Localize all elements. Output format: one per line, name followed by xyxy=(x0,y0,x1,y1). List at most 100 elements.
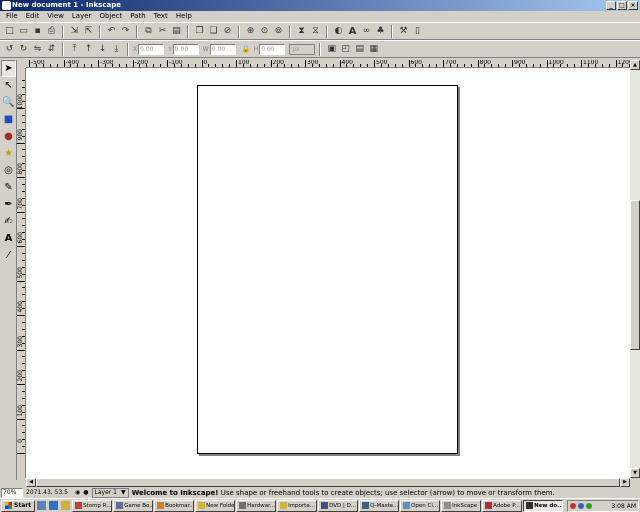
export-icon[interactable]: ⇱ xyxy=(82,25,95,38)
rotate-cw-icon[interactable]: ↻ xyxy=(17,43,30,56)
w-input[interactable]: 0.00 xyxy=(209,43,236,55)
taskbar-button[interactable]: Importa... xyxy=(277,499,318,512)
menu-help[interactable]: Help xyxy=(172,11,196,22)
open-icon[interactable]: ▭ xyxy=(17,25,30,38)
transform-patterns-icon[interactable]: ▦ xyxy=(367,43,380,56)
maximize-button[interactable]: □ xyxy=(617,1,627,10)
print-icon[interactable]: ⎙ xyxy=(45,25,58,38)
unlink-clone-icon[interactable]: ⊘ xyxy=(221,25,234,38)
scroll-up-icon[interactable]: ▲ xyxy=(630,60,640,70)
pen-tool-icon[interactable]: ✒ xyxy=(1,196,16,213)
copy-icon[interactable]: ⧉ xyxy=(142,25,155,38)
document-properties-icon[interactable]: ▯ xyxy=(411,25,424,38)
taskbar-button[interactable]: DVD | D... xyxy=(318,499,359,512)
document-page[interactable] xyxy=(197,85,458,454)
taskbar-button[interactable]: Game Bo... xyxy=(113,499,154,512)
menu-object[interactable]: Object xyxy=(95,11,126,22)
scroll-left-icon[interactable]: ◀ xyxy=(26,478,36,487)
align-icon[interactable]: ♣ xyxy=(374,25,387,38)
rectangle-tool-icon[interactable]: ■ xyxy=(1,111,16,128)
selector-tool-icon[interactable]: ➤ xyxy=(1,60,16,77)
lock-ratio-icon[interactable]: 🔒 xyxy=(240,43,253,56)
drawing-canvas[interactable] xyxy=(26,68,630,478)
taskbar-button[interactable]: Q-Maste... xyxy=(359,499,400,512)
xml-editor-icon[interactable]: ∞ xyxy=(360,25,373,38)
zoom-field[interactable]: 70% xyxy=(1,487,23,498)
quicklaunch-folder-icon[interactable] xyxy=(61,501,71,510)
minimize-button[interactable]: _ xyxy=(606,1,616,10)
dropper-tool-icon[interactable]: ⁄ xyxy=(1,247,16,264)
tray-app-icon[interactable] xyxy=(570,503,576,509)
paste-icon[interactable]: ▤ xyxy=(170,25,183,38)
text-font-icon[interactable]: A xyxy=(346,25,359,38)
tray-network-icon[interactable] xyxy=(578,503,584,509)
menu-file[interactable]: File xyxy=(2,11,22,22)
taskbar-button[interactable]: Hardwar... xyxy=(236,499,277,512)
vertical-scroll-thumb[interactable] xyxy=(630,200,640,350)
zoom-page-icon[interactable]: ⊚ xyxy=(272,25,285,38)
preferences-icon[interactable]: ⚒ xyxy=(397,25,410,38)
quicklaunch-desktop-icon[interactable] xyxy=(37,501,47,510)
close-button[interactable]: × xyxy=(628,1,638,10)
transform-gradients-icon[interactable]: ▤ xyxy=(353,43,366,56)
menu-edit[interactable]: Edit xyxy=(22,11,44,22)
flip-vertical-icon[interactable]: ⇵ xyxy=(45,43,58,56)
fill-stroke-icon[interactable]: ◐ xyxy=(332,25,345,38)
lock-icon[interactable]: ● xyxy=(83,489,88,496)
group-icon[interactable]: ⧗ xyxy=(295,25,308,38)
horizontal-scroll-thumb[interactable] xyxy=(36,478,620,487)
x-input[interactable]: 0.00 xyxy=(138,43,165,55)
vertical-ruler[interactable]: 0 100 200 300 400 500 600 700 800 900 1000 xyxy=(17,68,26,478)
raise-icon[interactable]: ↑ xyxy=(82,43,95,56)
duplicate-icon[interactable]: ❐ xyxy=(193,25,206,38)
ungroup-icon[interactable]: ⧖ xyxy=(309,25,322,38)
zoom-drawing-icon[interactable]: ⊙ xyxy=(258,25,271,38)
taskbar-button[interactable]: New Folder xyxy=(195,499,236,512)
vertical-scrollbar[interactable]: ▲ ▼ xyxy=(630,60,640,478)
taskbar-button[interactable]: New do... xyxy=(523,499,564,512)
import-icon[interactable]: ⇲ xyxy=(68,25,81,38)
taskbar-button[interactable]: Stomp R... xyxy=(72,499,113,512)
pencil-tool-icon[interactable]: ✎ xyxy=(1,179,16,196)
inkscape-app-icon[interactable] xyxy=(2,1,11,10)
quicklaunch-browser-icon[interactable] xyxy=(49,501,59,510)
lower-to-bottom-icon[interactable]: ⤓ xyxy=(110,43,123,56)
taskbar-button[interactable]: Open Cl... xyxy=(400,499,441,512)
scroll-right-icon[interactable]: ▶ xyxy=(620,478,630,487)
text-tool-icon[interactable]: A xyxy=(1,230,16,247)
calligraphy-tool-icon[interactable]: ✍ xyxy=(1,213,16,230)
save-icon[interactable]: ▪ xyxy=(31,25,44,38)
menu-path[interactable]: Path xyxy=(126,11,149,22)
cut-icon[interactable]: ✂ xyxy=(156,25,169,38)
taskbar-button[interactable]: Bookmar... xyxy=(154,499,195,512)
menu-view[interactable]: View xyxy=(43,11,68,22)
tray-volume-icon[interactable] xyxy=(586,503,592,509)
menu-layer[interactable]: Layer xyxy=(68,11,96,22)
redo-icon[interactable]: ↷ xyxy=(119,25,132,38)
unit-select[interactable]: px xyxy=(289,43,316,55)
horizontal-scrollbar[interactable]: ◀ ▶ xyxy=(26,478,630,487)
rotate-ccw-icon[interactable]: ↺ xyxy=(3,43,16,56)
zoom-selection-icon[interactable]: ⊕ xyxy=(244,25,257,38)
h-input[interactable]: 0.00 xyxy=(259,43,286,55)
start-button[interactable]: Start xyxy=(1,499,36,512)
eye-icon[interactable]: ◉ xyxy=(75,489,80,496)
taskbar-button[interactable]: InkScape xyxy=(441,499,482,512)
node-tool-icon[interactable]: ↖ xyxy=(1,77,16,94)
scale-corners-icon[interactable]: ◰ xyxy=(339,43,352,56)
menu-text[interactable]: Text xyxy=(150,11,172,22)
flip-horizontal-icon[interactable]: ⇋ xyxy=(31,43,44,56)
raise-to-top-icon[interactable]: ⤒ xyxy=(68,43,81,56)
layer-select[interactable]: Layer 1 ▼ xyxy=(91,487,129,498)
y-input[interactable]: 0.00 xyxy=(172,43,199,55)
clone-icon[interactable]: ❏ xyxy=(207,25,220,38)
lower-icon[interactable]: ↓ xyxy=(96,43,109,56)
scale-stroke-icon[interactable]: ▣ xyxy=(325,43,338,56)
scroll-down-icon[interactable]: ▼ xyxy=(630,468,640,478)
new-icon[interactable]: □ xyxy=(3,25,16,38)
undo-icon[interactable]: ↶ xyxy=(105,25,118,38)
zoom-tool-icon[interactable]: 🔍 xyxy=(1,94,16,111)
ellipse-tool-icon[interactable]: ● xyxy=(1,128,16,145)
spiral-tool-icon[interactable]: ◎ xyxy=(1,162,16,179)
horizontal-ruler[interactable]: -500 -400 -300 -200 -100 0 100 200 300 400 500 600 7… xyxy=(26,60,630,68)
